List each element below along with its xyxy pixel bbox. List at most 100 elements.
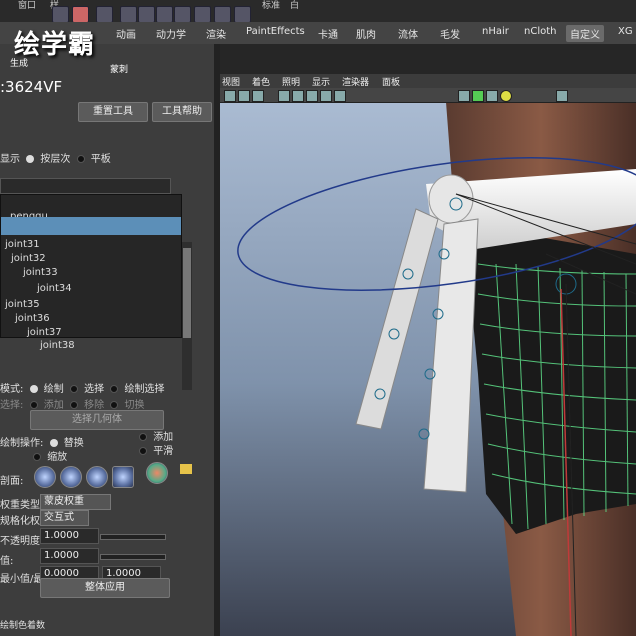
select-row: 选择: 添加 移除 切换 — [0, 396, 145, 411]
tab-animation[interactable]: 动画 — [116, 26, 136, 41]
tool-icon[interactable] — [72, 6, 89, 23]
select-toggle-radio[interactable] — [110, 401, 119, 409]
profile-square-icon[interactable] — [112, 466, 134, 488]
tool-icon[interactable] — [96, 6, 113, 23]
light-bulb-icon[interactable] — [500, 90, 512, 102]
menu-view[interactable]: 视图 — [222, 75, 240, 88]
tool-icon[interactable] — [214, 6, 231, 23]
version-text: :3624VF — [0, 78, 63, 96]
influence-filter-field[interactable] — [0, 178, 171, 194]
flood-button[interactable]: 整体应用 — [40, 578, 170, 598]
tab-xgen[interactable]: XG — [618, 26, 633, 37]
xray-icon[interactable] — [472, 90, 484, 102]
tab-rendering[interactable]: 渲染 — [206, 26, 226, 41]
tab-fluids[interactable]: 流体 — [398, 26, 418, 41]
display-row: 显示 按层次 平板 — [0, 150, 111, 165]
list-item[interactable]: joint31 — [5, 239, 40, 250]
op-add-row: 添加 — [136, 428, 173, 443]
scroll-thumb[interactable] — [183, 248, 191, 338]
hierarchy-label: 按层次 — [40, 154, 71, 165]
value-field[interactable]: 1.0000 — [40, 548, 99, 564]
snap-curve-icon[interactable] — [156, 6, 173, 23]
flat-label: 平板 — [90, 154, 111, 165]
profile-custom-icon[interactable] — [146, 462, 168, 484]
mode-select-radio[interactable] — [69, 385, 78, 393]
list-item[interactable]: joint36 — [15, 313, 50, 324]
folder-icon[interactable] — [180, 464, 192, 474]
select-add-radio[interactable] — [29, 401, 38, 409]
op-add-radio[interactable] — [139, 433, 147, 441]
opacity-slider[interactable] — [100, 534, 166, 540]
reset-tool-button[interactable]: 重置工具 — [78, 102, 148, 122]
xray-joints-icon[interactable] — [486, 90, 498, 102]
mode-row: 模式: 绘制 选择 绘制选择 — [0, 380, 165, 395]
profile-gaussian-icon[interactable] — [34, 466, 56, 488]
op-scale-row: 缩放 — [30, 448, 67, 463]
menu-show[interactable]: 显示 — [312, 75, 330, 88]
tool-icon[interactable] — [52, 6, 69, 23]
normalize-select[interactable]: 交互式 — [40, 510, 89, 526]
rotate-tool-icon[interactable] — [138, 6, 155, 23]
shelf-tabs: 动画 动力学 渲染 PaintEffects 卡通 肌肉 流体 毛发 nHair… — [0, 22, 636, 45]
move-tool-icon[interactable] — [120, 6, 137, 23]
wireframe-icon[interactable] — [292, 90, 304, 102]
select-geometry-button[interactable]: 选择几何体 — [30, 410, 164, 430]
snap-point-icon[interactable] — [174, 6, 191, 23]
list-item[interactable]: joint34 — [37, 283, 72, 294]
grid-icon[interactable] — [278, 90, 290, 102]
mode-select-label: 选择 — [84, 384, 105, 395]
profile-solid-icon[interactable] — [86, 466, 108, 488]
texture-icon[interactable] — [320, 90, 332, 102]
list-item[interactable]: joint35 — [5, 299, 40, 310]
tab-dynamics[interactable]: 动力学 — [156, 26, 186, 41]
hierarchy-radio[interactable] — [26, 155, 35, 163]
op-replace-radio[interactable] — [49, 439, 58, 447]
camera-attrs-icon[interactable] — [238, 90, 250, 102]
snap-grid-icon[interactable] — [194, 6, 211, 23]
tab-ncloth[interactable]: nCloth — [524, 26, 556, 37]
influence-scrollbar[interactable] — [182, 242, 192, 390]
list-item[interactable]: joint33 — [23, 267, 58, 278]
tab-custom[interactable]: 自定义 — [566, 25, 604, 42]
tab-toon[interactable]: 卡通 — [318, 26, 338, 41]
menu-shading[interactable]: 着色 — [252, 75, 270, 88]
mode-paint-select-radio[interactable] — [110, 385, 119, 393]
hud-icon[interactable] — [556, 90, 568, 102]
3d-viewport[interactable] — [216, 74, 636, 636]
flat-radio[interactable] — [76, 155, 85, 163]
isolate-icon[interactable] — [458, 90, 470, 102]
op-smooth-radio[interactable] — [139, 447, 147, 455]
tool-icon[interactable] — [234, 6, 251, 23]
list-item[interactable]: joint38 — [40, 340, 75, 351]
opacity-label: 不透明度: — [0, 536, 44, 547]
value-label: 值: — [0, 556, 14, 567]
tab-fur[interactable]: 毛发 — [440, 26, 460, 41]
smooth-shade-icon[interactable] — [306, 90, 318, 102]
tab-nhair[interactable]: nHair — [482, 26, 509, 37]
opacity-field[interactable]: 1.0000 — [40, 528, 99, 544]
influence-list: _penggu joint31 joint32 joint33 joint34 … — [0, 194, 182, 338]
menu-lighting[interactable]: 照明 — [282, 75, 300, 88]
op-scale-radio[interactable] — [33, 453, 41, 461]
op-smooth-row: 平滑 — [136, 442, 173, 457]
tab-muscle[interactable]: 肌肉 — [356, 26, 376, 41]
list-item[interactable]: joint32 — [11, 253, 46, 264]
list-item[interactable]: joint37 — [27, 327, 62, 338]
select-remove-radio[interactable] — [69, 401, 78, 409]
menu-panels[interactable]: 面板 — [382, 75, 400, 88]
weight-type-select[interactable]: 蒙皮权重 — [40, 494, 111, 510]
mode-paint-radio[interactable] — [29, 385, 38, 393]
status-line-tools — [0, 2, 636, 23]
tool-help-button[interactable]: 工具帮助 — [152, 102, 212, 122]
profile-soft-icon[interactable] — [60, 466, 82, 488]
viewport-toolbar — [216, 88, 636, 103]
tab-painteffects[interactable]: PaintEffects — [246, 26, 305, 37]
shelf-icon-strip — [216, 44, 636, 74]
camera-icon[interactable] — [224, 90, 236, 102]
value-slider[interactable] — [100, 554, 166, 560]
bookmark-icon[interactable] — [252, 90, 264, 102]
tool-settings-panel: 重置工具 工具帮助 显示 按层次 平板 _penggu joint31 join… — [0, 44, 216, 636]
shelf-label-generate: 生成 — [10, 59, 29, 69]
lights-icon[interactable] — [334, 90, 346, 102]
menu-renderer[interactable]: 渲染器 — [342, 75, 369, 88]
